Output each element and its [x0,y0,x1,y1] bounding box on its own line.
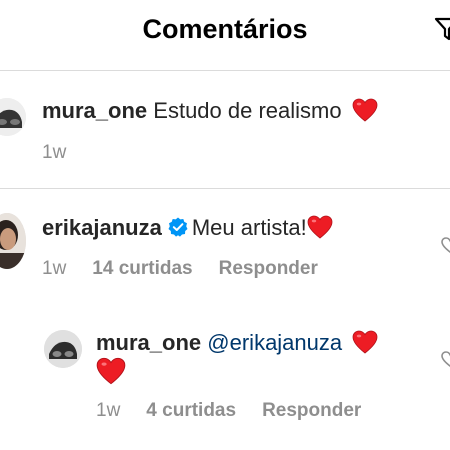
comment-username[interactable]: mura_one [42,98,147,123]
mention-link[interactable]: @erikajanuza [207,330,342,355]
comment-text-line: erikajanuza Meu artista! [42,215,333,241]
like-heart-icon[interactable] [440,349,450,369]
comment-username[interactable]: mura_one [96,330,201,355]
comment-item: erikajanuza Meu artista! 1w 14 curtidas Re… [0,189,450,309]
comment-text: Estudo de realismo [153,98,342,123]
reply-button[interactable]: Responder [262,400,361,421]
likes-count-link[interactable]: 14 curtidas [92,258,192,279]
avatar[interactable] [0,213,26,269]
header: Comentários [0,0,450,71]
reply-comment-item: mura_one @erikajanuza 1w 4 curtidas Respon… [0,309,450,450]
avatar[interactable] [44,330,82,368]
comment-time: 1w [42,258,67,279]
comment-meta: 1w 4 curtidas Responder [96,400,361,422]
comment-text-line: mura_one @erikajanuza [96,330,378,356]
page-title: Comentários [142,14,308,44]
heart-emoji-icon [307,215,333,239]
comment-item: mura_one Estudo de realismo 1w [0,70,450,188]
filter-icon[interactable] [434,16,450,42]
comment-username[interactable]: erikajanuza [42,215,162,240]
heart-emoji-icon [352,98,378,122]
likes-count-link[interactable]: 4 curtidas [146,400,236,421]
verified-badge-icon [168,217,188,237]
comment-time: 1w [42,142,67,163]
comment-text-line: mura_one Estudo de realismo [42,98,378,124]
avatar[interactable] [0,98,26,136]
comment-meta: 1w 14 curtidas Responder [42,258,318,280]
heart-emoji-icon [96,357,126,385]
comment-text: Meu artista! [191,215,307,240]
like-heart-icon[interactable] [440,235,450,255]
comment-meta: 1w [42,142,66,164]
heart-emoji-icon [352,330,378,354]
comment-time: 1w [96,400,121,421]
reply-button[interactable]: Responder [219,258,318,279]
